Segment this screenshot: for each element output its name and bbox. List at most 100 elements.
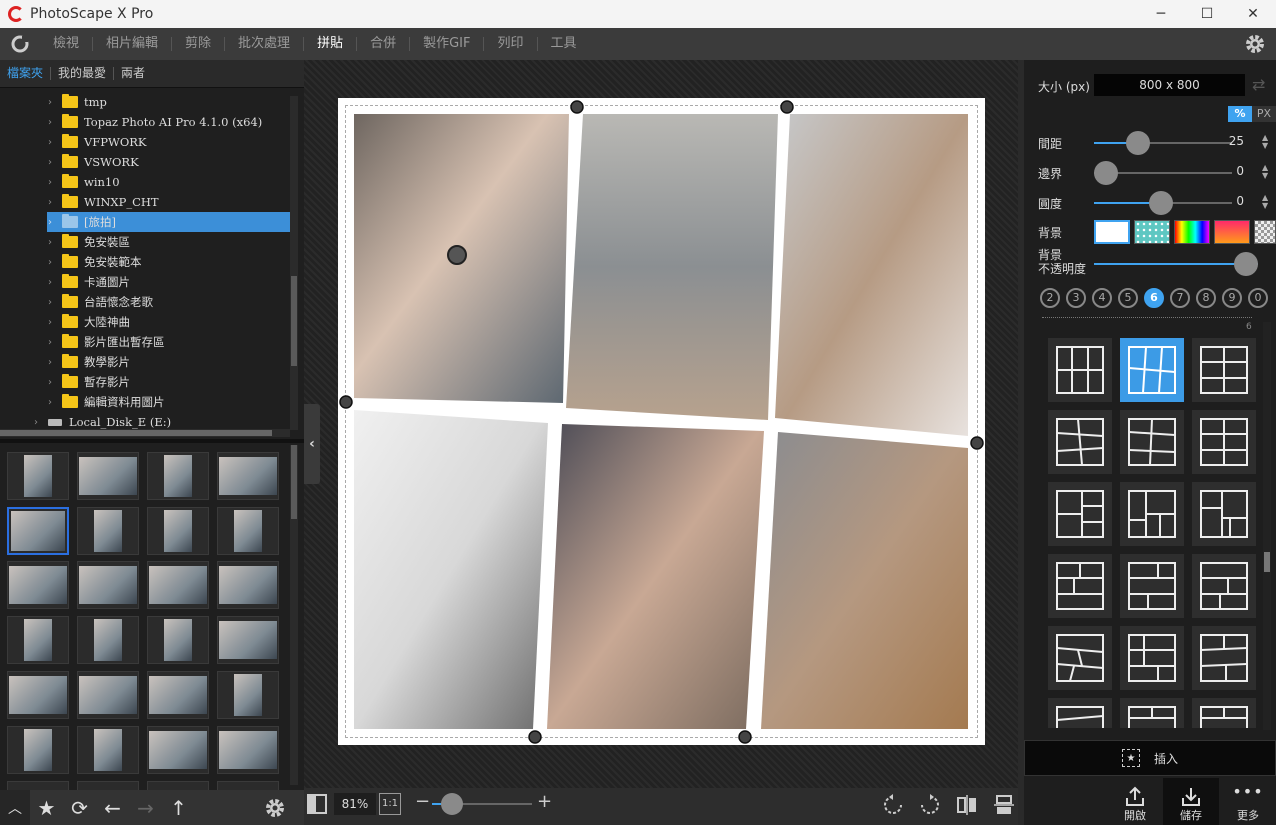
spacing-spinner-icon[interactable]: ▲ ▼ xyxy=(1262,134,1268,150)
photo-count-option[interactable]: 4 xyxy=(1092,288,1112,308)
chevron-right-icon[interactable]: › xyxy=(48,317,62,328)
photo-count-option[interactable]: 9 xyxy=(1222,288,1242,308)
photo-thumbnail[interactable] xyxy=(217,561,279,609)
roundness-slider-knob[interactable] xyxy=(1148,191,1173,215)
opacity-slider-knob[interactable] xyxy=(1234,252,1258,276)
menu-batch[interactable]: 批次處理 xyxy=(224,37,303,51)
tree-folder-item[interactable]: › 暫存影片 xyxy=(0,372,290,392)
chevron-right-icon[interactable]: › xyxy=(48,137,62,148)
photo-thumbnail[interactable] xyxy=(147,726,209,774)
chevron-right-icon[interactable]: › xyxy=(48,257,62,268)
scrollbar-thumb[interactable] xyxy=(1264,552,1270,572)
tree-folder-item[interactable]: › 教學影片 xyxy=(0,352,290,372)
border-slider[interactable] xyxy=(1094,161,1232,185)
background-color-picker-swatch[interactable] xyxy=(1174,220,1210,244)
tree-folder-item[interactable]: › tmp xyxy=(0,92,290,112)
layout-template[interactable] xyxy=(1048,482,1112,546)
thumbnail-scrollbar[interactable] xyxy=(290,445,298,785)
forward-arrow-icon[interactable]: → xyxy=(129,790,162,825)
menu-print[interactable]: 列印 xyxy=(483,37,536,51)
rotate-left-icon[interactable] xyxy=(881,793,905,817)
background-gradient-swatch[interactable] xyxy=(1214,220,1250,244)
border-value[interactable]: 0 xyxy=(1220,164,1244,178)
layout-template[interactable] xyxy=(1192,410,1256,474)
photo-thumbnail[interactable] xyxy=(77,561,139,609)
tree-folder-item[interactable]: › 免安裝範本 xyxy=(0,252,290,272)
panel-splitter[interactable] xyxy=(0,439,304,443)
spacing-value[interactable]: 25 xyxy=(1220,134,1244,148)
layout-template[interactable] xyxy=(1120,482,1184,546)
tree-folder-item-selected[interactable]: › [旅拍] xyxy=(47,212,290,232)
tree-horizontal-scrollbar[interactable] xyxy=(0,429,290,437)
divider-handle[interactable] xyxy=(780,100,794,114)
layouts-scrollbar[interactable] xyxy=(1263,322,1271,730)
zoom-slider-knob[interactable] xyxy=(441,793,463,815)
flip-vertical-icon[interactable] xyxy=(992,793,1016,817)
photo-thumbnail[interactable] xyxy=(217,781,279,790)
layout-template[interactable] xyxy=(1192,698,1256,728)
settings-gear-icon[interactable] xyxy=(1244,33,1266,55)
chevron-right-icon[interactable]: › xyxy=(48,217,62,228)
divider-handle[interactable] xyxy=(528,730,542,744)
scrollbar-thumb[interactable] xyxy=(0,430,272,436)
tree-folder-item[interactable]: › win10 xyxy=(0,172,290,192)
close-button[interactable]: ✕ xyxy=(1230,0,1276,28)
photo-thumbnail[interactable] xyxy=(147,452,209,500)
spacing-slider[interactable] xyxy=(1094,131,1232,155)
tree-folder-item[interactable]: › 台語懷念老歌 xyxy=(0,292,290,312)
back-arrow-icon[interactable]: ← xyxy=(96,790,129,825)
open-button[interactable]: 開啟 xyxy=(1107,778,1163,825)
photo-count-option[interactable]: 0 xyxy=(1248,288,1268,308)
background-transparent-swatch[interactable] xyxy=(1254,220,1276,244)
photo-count-option[interactable]: 2 xyxy=(1040,288,1060,308)
tree-folder-item[interactable]: › 編輯資料用圖片 xyxy=(0,392,290,412)
photo-thumbnail[interactable] xyxy=(77,671,139,719)
minimize-button[interactable]: ─ xyxy=(1138,0,1184,28)
actual-size-button[interactable]: 1:1 xyxy=(379,793,401,815)
layout-template[interactable] xyxy=(1192,554,1256,618)
scrollbar-thumb[interactable] xyxy=(291,276,297,366)
zoom-in-icon[interactable]: + xyxy=(537,791,552,812)
tree-folder-item[interactable]: › WINXP_CHT xyxy=(0,192,290,212)
collage-photo-cell[interactable] xyxy=(547,424,764,729)
chevron-right-icon[interactable]: › xyxy=(48,237,62,248)
photo-thumbnail-selected[interactable] xyxy=(7,507,69,555)
border-spinner-icon[interactable]: ▲ ▼ xyxy=(1262,164,1268,180)
layout-template[interactable] xyxy=(1192,338,1256,402)
background-white-swatch[interactable] xyxy=(1094,220,1130,244)
photo-count-option[interactable]: 3 xyxy=(1066,288,1086,308)
border-slider-knob[interactable] xyxy=(1094,161,1118,185)
photo-thumbnail[interactable] xyxy=(217,452,279,500)
collage-photo-cell[interactable] xyxy=(775,114,968,436)
photo-count-option[interactable]: 7 xyxy=(1170,288,1190,308)
photo-count-option[interactable]: 5 xyxy=(1118,288,1138,308)
layout-template[interactable] xyxy=(1048,698,1112,728)
menu-photo-edit[interactable]: 相片編輯 xyxy=(92,37,171,51)
refresh-icon[interactable]: ⟳ xyxy=(63,790,96,825)
layout-template[interactable] xyxy=(1120,698,1184,728)
tree-vertical-scrollbar[interactable] xyxy=(290,96,298,430)
chevron-right-icon[interactable]: › xyxy=(48,157,62,168)
photo-thumbnail[interactable] xyxy=(77,507,139,555)
divider-handle[interactable] xyxy=(970,436,984,450)
unit-percent-toggle[interactable]: % xyxy=(1228,106,1252,122)
flip-horizontal-icon[interactable] xyxy=(955,793,979,817)
divider-handle[interactable] xyxy=(738,730,752,744)
scrollbar-thumb[interactable] xyxy=(291,445,297,519)
zoom-out-icon[interactable]: − xyxy=(415,791,430,812)
chevron-right-icon[interactable]: › xyxy=(48,177,62,188)
menu-gif[interactable]: 製作GIF xyxy=(409,37,483,51)
tree-folder-item[interactable]: › Topaz Photo AI Pro 4.1.0 (x64) xyxy=(0,112,290,132)
layout-template[interactable] xyxy=(1048,626,1112,690)
photo-thumbnail[interactable] xyxy=(147,561,209,609)
tree-folder-item[interactable]: › 大陸神曲 xyxy=(0,312,290,332)
unit-px-toggle[interactable]: PX xyxy=(1252,106,1276,122)
chevron-right-icon[interactable]: › xyxy=(48,397,62,408)
photo-thumbnail[interactable] xyxy=(217,671,279,719)
roundness-slider[interactable] xyxy=(1094,191,1232,215)
size-dropdown[interactable]: 800 x 800 xyxy=(1094,74,1245,96)
layout-template[interactable] xyxy=(1120,554,1184,618)
layout-template[interactable] xyxy=(1192,482,1256,546)
spacing-slider-knob[interactable] xyxy=(1125,131,1150,155)
insert-button[interactable]: ★ 插入 xyxy=(1024,740,1276,776)
